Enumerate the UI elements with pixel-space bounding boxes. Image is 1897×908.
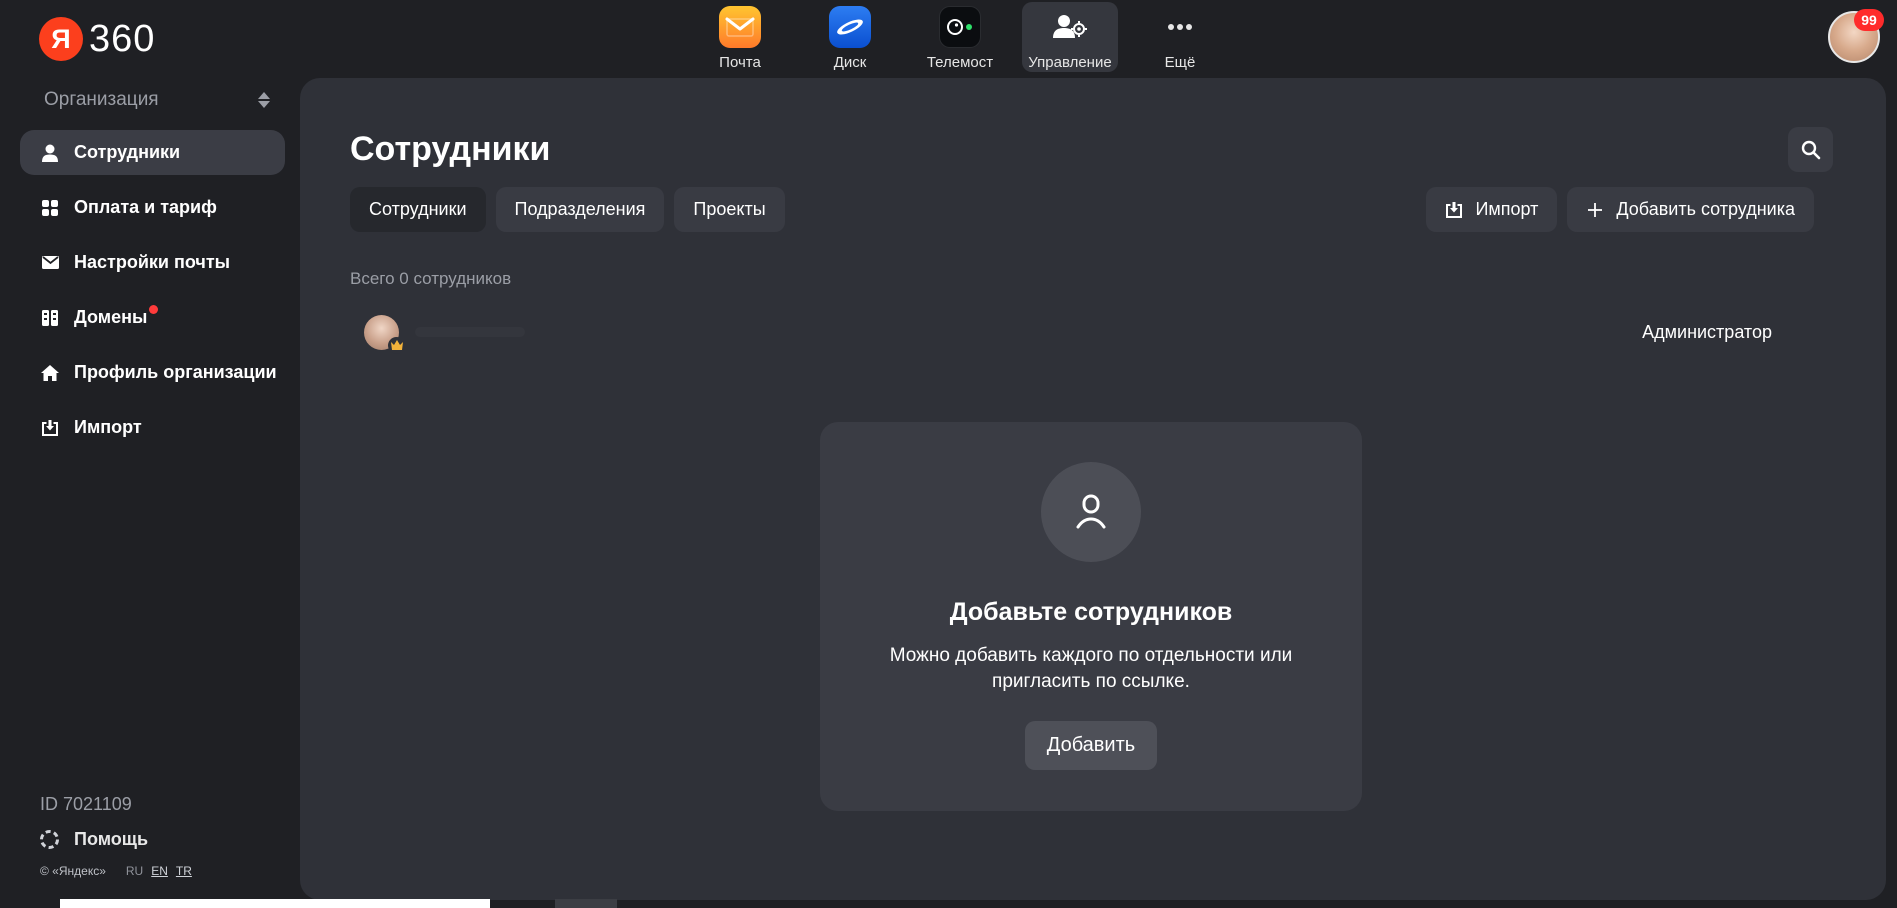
logo-360-text: 360	[89, 17, 156, 60]
header-actions: Импорт Добавить сотрудника	[1426, 187, 1814, 232]
service-admin[interactable]: Управление	[1022, 2, 1118, 72]
lang-en[interactable]: EN	[151, 864, 168, 878]
tab-projects[interactable]: Проекты	[674, 187, 785, 232]
lang-ru: RU	[125, 864, 144, 878]
yandex-360-logo[interactable]: Я 360	[39, 17, 155, 61]
person-icon	[41, 144, 59, 162]
alert-dot	[149, 305, 159, 314]
user-outline-icon	[1041, 462, 1141, 562]
page-title: Сотрудники	[350, 130, 551, 168]
main-panel: Сотрудники Сотрудники Подразделения Прое…	[300, 78, 1886, 900]
yandex-logo-icon: Я	[39, 17, 83, 61]
import-icon	[41, 419, 59, 437]
empty-state-card: Добавьте сотрудников Можно добавить кажд…	[820, 422, 1362, 811]
service-label: Телемост	[926, 54, 994, 71]
service-telemost[interactable]: Телемост	[912, 2, 1008, 72]
organization-label: Организация	[44, 89, 159, 110]
sidebar-item-mail-settings[interactable]: Настройки почты	[20, 240, 285, 285]
employee-name-placeholder	[415, 327, 525, 337]
employee-count: Всего 0 сотрудников	[350, 269, 512, 288]
organization-id: ID 7021109	[40, 794, 132, 814]
add-employee-label: Добавить сотрудника	[1616, 199, 1795, 219]
organization-select[interactable]: Организация	[44, 86, 270, 114]
service-more[interactable]: Ещё	[1132, 2, 1228, 72]
mail-icon	[719, 6, 761, 48]
sidebar-nav: Сотрудники Оплата и тариф Настройки почт…	[20, 130, 285, 460]
sidebar-item-employees[interactable]: Сотрудники	[20, 130, 285, 175]
telemost-icon	[939, 6, 981, 48]
sidebar-item-label: Импорт	[74, 417, 142, 437]
employee-role: Администратор	[1642, 321, 1772, 342]
import-label: Импорт	[1475, 199, 1539, 219]
envelope-icon	[41, 254, 59, 272]
sidebar-item-label: Настройки почты	[74, 252, 231, 272]
legal-row: © «Яндекс» RU EN TR	[40, 864, 290, 878]
employee-avatar	[364, 314, 405, 354]
service-disk[interactable]: Диск	[802, 2, 898, 72]
service-label: Почта	[719, 54, 761, 71]
import-icon	[1445, 201, 1463, 219]
more-icon	[1159, 6, 1201, 48]
sidebar: Организация Сотрудники Оплата и тариф На…	[0, 76, 298, 908]
service-label: Диск	[833, 54, 867, 71]
sidebar-item-label: Профиль организации	[74, 362, 277, 382]
language-switcher: RU EN TR	[126, 864, 192, 878]
tab-employees[interactable]: Сотрудники	[350, 187, 486, 232]
disk-icon	[829, 6, 871, 48]
sidebar-item-label: Сотрудники	[74, 142, 181, 162]
empty-state-title: Добавьте сотрудников	[949, 598, 1233, 626]
help-label: Помощь	[74, 829, 149, 849]
service-mail[interactable]: Почта	[692, 2, 788, 72]
domains-icon	[41, 309, 59, 327]
copyright-text: © «Яндекс»	[40, 864, 106, 878]
help-icon	[40, 830, 59, 849]
home-icon	[41, 364, 59, 382]
table-row[interactable]: Администратор	[350, 310, 1800, 354]
admin-icon	[1049, 6, 1091, 48]
tabs: Сотрудники Подразделения Проекты	[350, 187, 785, 232]
grid-icon	[41, 199, 59, 217]
service-label: Ещё	[1164, 54, 1196, 71]
notification-badge: 99	[1854, 9, 1884, 31]
lang-tr[interactable]: TR	[176, 864, 192, 878]
bottom-strip-segment	[555, 899, 617, 908]
empty-state-text: Можно добавить каждого по отдельности ил…	[889, 645, 1293, 692]
sidebar-item-label: Оплата и тариф	[74, 197, 217, 217]
service-label: Управление	[1028, 54, 1112, 71]
plus-icon	[1586, 201, 1604, 219]
search-button[interactable]	[1788, 127, 1833, 172]
sidebar-item-import[interactable]: Импорт	[20, 405, 285, 450]
sort-arrows-icon	[258, 92, 270, 108]
bottom-strip	[60, 899, 490, 908]
help-link[interactable]: Помощь	[40, 829, 290, 850]
search-icon	[1801, 140, 1820, 159]
services-bar: Почта Диск Телемост Управление Ещё	[692, 2, 1242, 72]
sidebar-footer: ID 7021109 Помощь © «Яндекс» RU EN TR	[40, 794, 290, 878]
add-employee-button[interactable]: Добавить сотрудника	[1567, 187, 1814, 232]
sidebar-item-org-profile[interactable]: Профиль организации	[20, 350, 285, 395]
add-button[interactable]: Добавить	[1024, 721, 1158, 770]
sidebar-item-billing[interactable]: Оплата и тариф	[20, 185, 285, 230]
top-bar: Я 360 Почта Диск Телемост Управление Ещё…	[0, 0, 1897, 76]
tab-departments[interactable]: Подразделения	[495, 187, 665, 232]
sidebar-item-domains[interactable]: Домены	[20, 295, 285, 340]
sidebar-item-label: Домены	[74, 307, 148, 327]
crown-icon	[388, 336, 405, 354]
import-button[interactable]: Импорт	[1426, 187, 1558, 232]
